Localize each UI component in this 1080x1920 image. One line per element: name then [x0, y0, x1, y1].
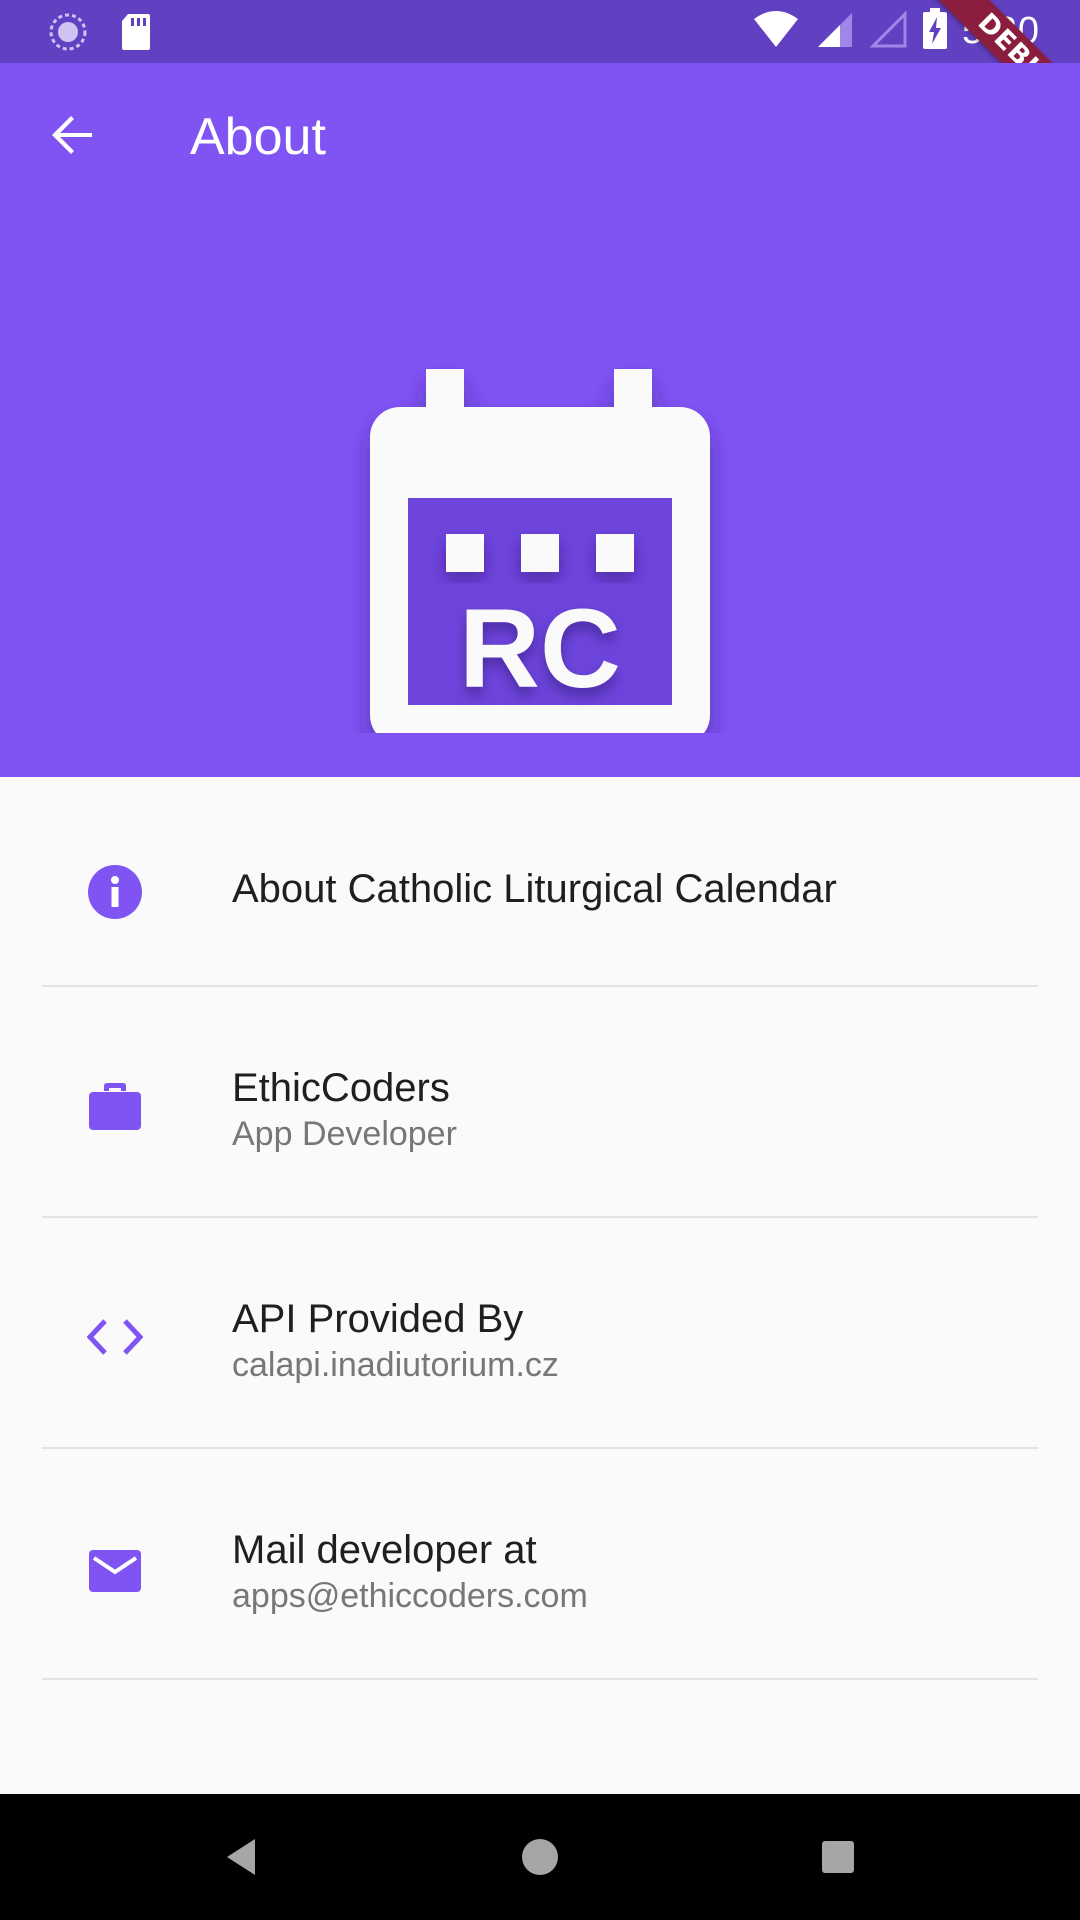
battery-charging-icon	[922, 8, 948, 55]
mail-icon	[86, 1542, 144, 1600]
divider	[42, 1678, 1038, 1680]
list-item-about-app[interactable]: About Catholic Liturgical Calendar	[0, 777, 1080, 987]
item-title: Mail developer at	[232, 1528, 537, 1572]
status-left	[48, 12, 152, 57]
about-list: About Catholic Liturgical Calendar Ethic…	[0, 777, 1080, 1680]
item-subtitle: apps@ethiccoders.com	[232, 1577, 588, 1615]
page-title: About	[190, 108, 326, 166]
item-subtitle: calapi.inadiutorium.cz	[232, 1346, 559, 1384]
code-icon	[86, 1308, 144, 1366]
header: About RC	[0, 63, 1080, 777]
nav-recents-icon	[822, 1841, 854, 1873]
nav-recents-button[interactable]	[805, 1824, 871, 1890]
item-text: EthicCoders App Developer	[232, 1064, 457, 1156]
arrow-back-icon	[52, 116, 92, 154]
sync-icon	[48, 12, 88, 57]
item-title: About Catholic Liturgical Calendar	[232, 867, 837, 911]
nav-home-button[interactable]	[507, 1824, 573, 1890]
status-bar: 5:20 DEBUG	[0, 0, 1080, 161]
logo-text: RC	[459, 586, 621, 711]
nav-back-icon	[227, 1839, 255, 1875]
item-text: Mail developer at apps@ethiccoders.com	[232, 1526, 588, 1618]
signal-empty-icon	[868, 9, 908, 54]
item-text: API Provided By calapi.inadiutorium.cz	[232, 1295, 559, 1387]
sd-card-icon	[120, 12, 152, 57]
wifi-icon	[752, 9, 800, 54]
nav-home-icon	[522, 1839, 558, 1875]
nav-back-button[interactable]	[208, 1824, 274, 1890]
list-item-mail[interactable]: Mail developer at apps@ethiccoders.com	[0, 1449, 1080, 1680]
about-screen: 5:20 DEBUG About	[0, 0, 1080, 1920]
item-title: API Provided By	[232, 1297, 524, 1341]
list-item-api[interactable]: API Provided By calapi.inadiutorium.cz	[0, 1218, 1080, 1449]
item-subtitle: App Developer	[232, 1115, 457, 1153]
navigation-bar	[0, 1794, 1080, 1920]
app-logo: RC	[350, 293, 730, 745]
back-button[interactable]	[40, 103, 104, 167]
item-title: EthicCoders	[232, 1066, 450, 1110]
signal-icon	[814, 9, 854, 54]
info-icon	[86, 863, 144, 921]
list-item-developer[interactable]: EthicCoders App Developer	[0, 987, 1080, 1218]
item-text: About Catholic Liturgical Calendar	[232, 865, 837, 913]
briefcase-icon	[86, 1077, 144, 1135]
